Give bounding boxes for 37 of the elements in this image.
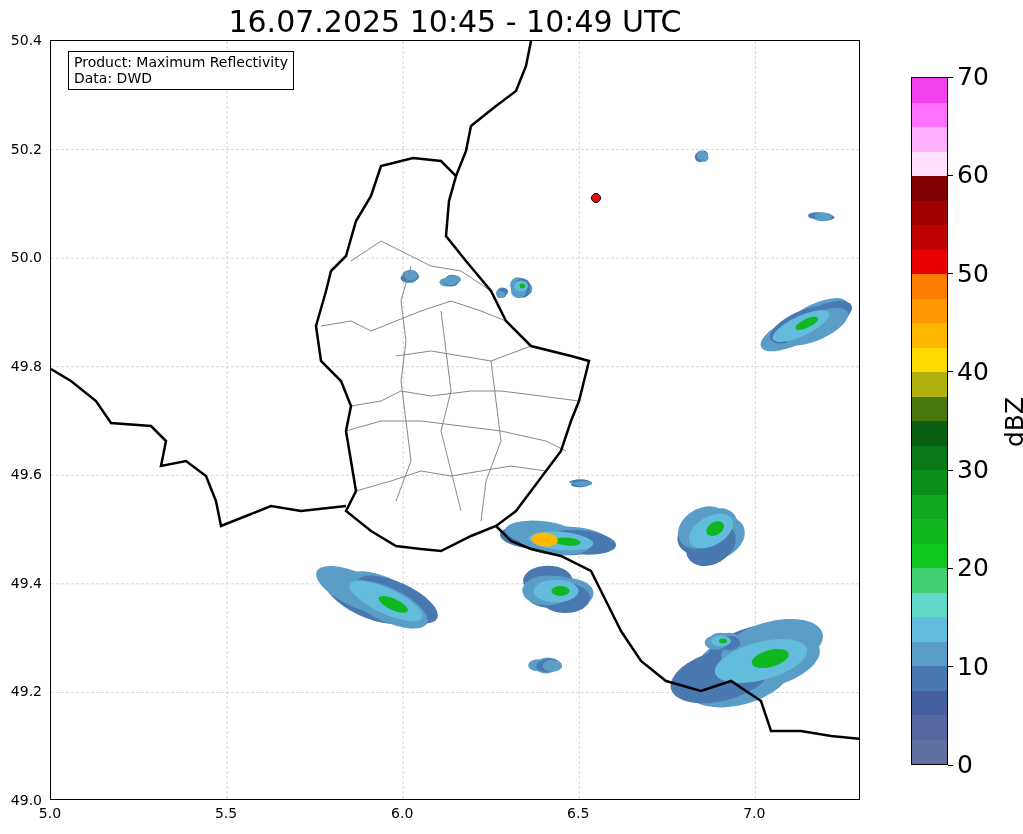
y-tick-label: 50.2	[10, 140, 42, 157]
colorbar-tick-label: 50	[957, 258, 989, 289]
y-tick-label: 49.8	[10, 357, 42, 374]
colorbar-tick-label: 0	[957, 750, 973, 780]
colorbar-tick-label: 40	[957, 356, 989, 387]
radar-echo	[439, 274, 461, 287]
radar-echo	[808, 212, 835, 222]
radar-echo	[496, 287, 508, 299]
colorbar-tick-label: 10	[957, 651, 989, 682]
radar-echo	[510, 277, 533, 299]
radar-echo	[522, 565, 594, 614]
x-tick-label: 7.0	[743, 805, 766, 821]
y-tick-label: 50.0	[10, 249, 42, 266]
y-tick-label: 49.2	[10, 683, 42, 700]
y-tick-label: 49.0	[10, 792, 42, 808]
y-tick-label: 49.4	[10, 574, 42, 591]
radar-echo	[400, 269, 419, 283]
x-tick-label: 5.5	[214, 805, 238, 821]
y-tick-label: 50.4	[10, 32, 42, 48]
location-marker	[591, 193, 601, 203]
colorbar-tick-label: 60	[957, 160, 989, 191]
chart-title: 16.07.2025 10:45 - 10:49 UTC	[227, 3, 683, 40]
info-text: Data: DWD	[74, 70, 153, 86]
radar-echo	[677, 506, 745, 567]
radar-echo	[569, 479, 593, 488]
x-tick-label: 6.5	[567, 805, 590, 821]
colorbar-tick-label: 70	[957, 62, 989, 92]
x-tick-label: 5.0	[38, 805, 62, 821]
colorbar-label: dBZ	[1000, 396, 1023, 448]
radar-echo	[528, 657, 563, 674]
radar-echo	[694, 150, 709, 163]
colorbar-tick-label: 20	[957, 553, 989, 584]
info-text: Product: Maximum Reflectivity	[74, 54, 288, 70]
x-tick-label: 6.0	[391, 805, 414, 821]
tick-mark	[948, 764, 953, 766]
colorbar-tick-label: 30	[957, 455, 989, 486]
y-tick-label: 49.6	[10, 466, 42, 483]
